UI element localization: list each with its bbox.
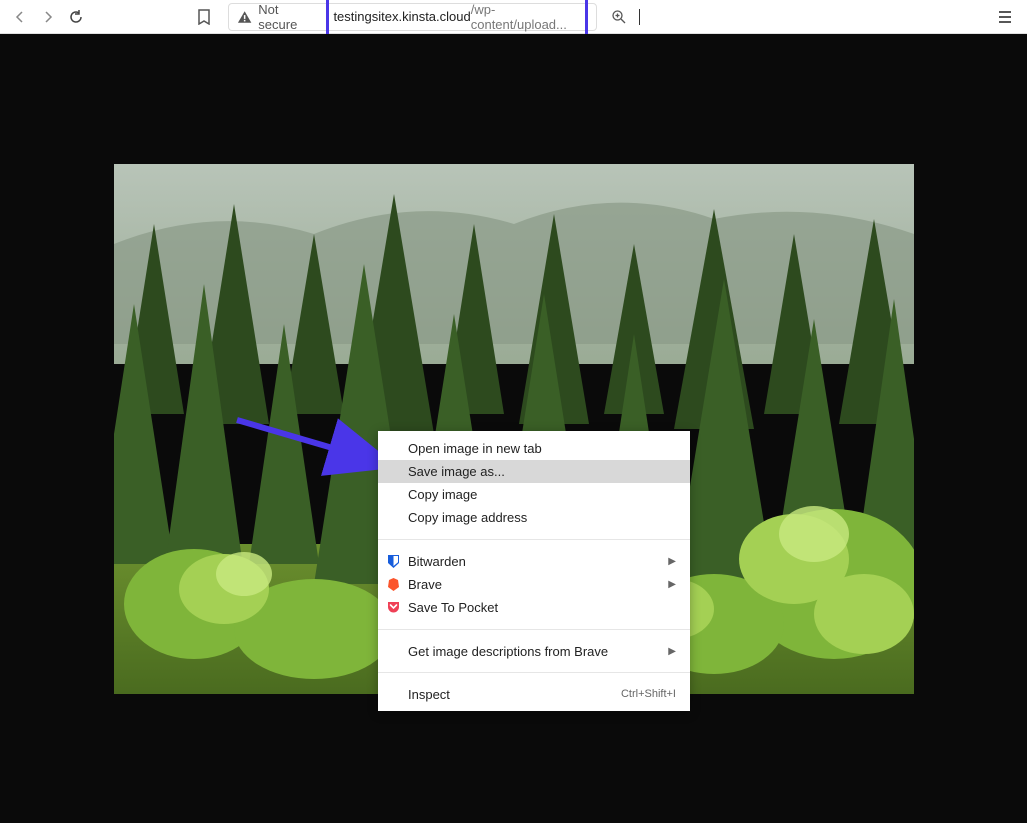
menu-separator: [378, 629, 690, 630]
search-cursor: [639, 9, 640, 25]
warning-icon: [237, 10, 252, 24]
menu-item-open-new-tab[interactable]: Open image in new tab: [378, 431, 690, 460]
security-label: Not secure: [258, 2, 318, 32]
back-button[interactable]: [8, 5, 32, 29]
url-path: /wp-content/upload...: [471, 2, 581, 32]
menu-item-label: Save image as...: [408, 464, 505, 479]
menu-item-label: Get image descriptions from Brave: [408, 644, 608, 659]
url-host: testingsitex.kinsta.cloud: [333, 9, 470, 24]
chevron-right-icon: ▶: [668, 556, 676, 567]
menu-item-label: Copy image: [408, 487, 477, 502]
chevron-right-icon: ▶: [668, 646, 676, 657]
menu-item-copy-image-address[interactable]: Copy image address: [378, 506, 690, 535]
menu-item-label: Save To Pocket: [408, 600, 498, 615]
security-indicator[interactable]: Not secure: [237, 2, 318, 32]
pocket-icon: [385, 600, 401, 616]
menu-item-inspect[interactable]: Inspect Ctrl+Shift+I: [378, 677, 690, 711]
menu-item-image-descriptions[interactable]: Get image descriptions from Brave ▶: [378, 634, 690, 668]
hamburger-menu-button[interactable]: [991, 3, 1019, 31]
menu-item-label: Open image in new tab: [408, 441, 542, 456]
reload-button[interactable]: [64, 5, 88, 29]
menu-item-save-image-as[interactable]: Save image as...: [378, 460, 690, 483]
menu-item-label: Bitwarden: [408, 554, 466, 569]
address-bar[interactable]: Not secure testingsitex.kinsta.cloud/wp-…: [228, 3, 597, 31]
menu-item-label: Copy image address: [408, 510, 527, 525]
menu-item-label: Inspect: [408, 687, 450, 702]
menu-item-shortcut: Ctrl+Shift+I: [621, 688, 676, 700]
context-menu: Open image in new tab Save image as... C…: [378, 431, 690, 711]
page-viewport: Open image in new tab Save image as... C…: [0, 34, 1027, 823]
menu-item-copy-image[interactable]: Copy image: [378, 483, 690, 506]
menu-item-bitwarden[interactable]: Bitwarden ▶: [378, 544, 690, 573]
brave-icon: [385, 577, 401, 593]
forward-button[interactable]: [36, 5, 60, 29]
menu-separator: [378, 672, 690, 673]
menu-separator: [378, 539, 690, 540]
zoom-button[interactable]: [609, 7, 629, 27]
menu-item-save-to-pocket[interactable]: Save To Pocket: [378, 596, 690, 625]
chevron-right-icon: ▶: [668, 579, 676, 590]
url-text-highlighted: testingsitex.kinsta.cloud/wp-content/upl…: [326, 0, 588, 37]
browser-toolbar: Not secure testingsitex.kinsta.cloud/wp-…: [0, 0, 1027, 34]
bookmark-button[interactable]: [192, 5, 216, 29]
menu-item-brave[interactable]: Brave ▶: [378, 573, 690, 596]
menu-item-label: Brave: [408, 577, 442, 592]
bitwarden-icon: [385, 554, 401, 570]
